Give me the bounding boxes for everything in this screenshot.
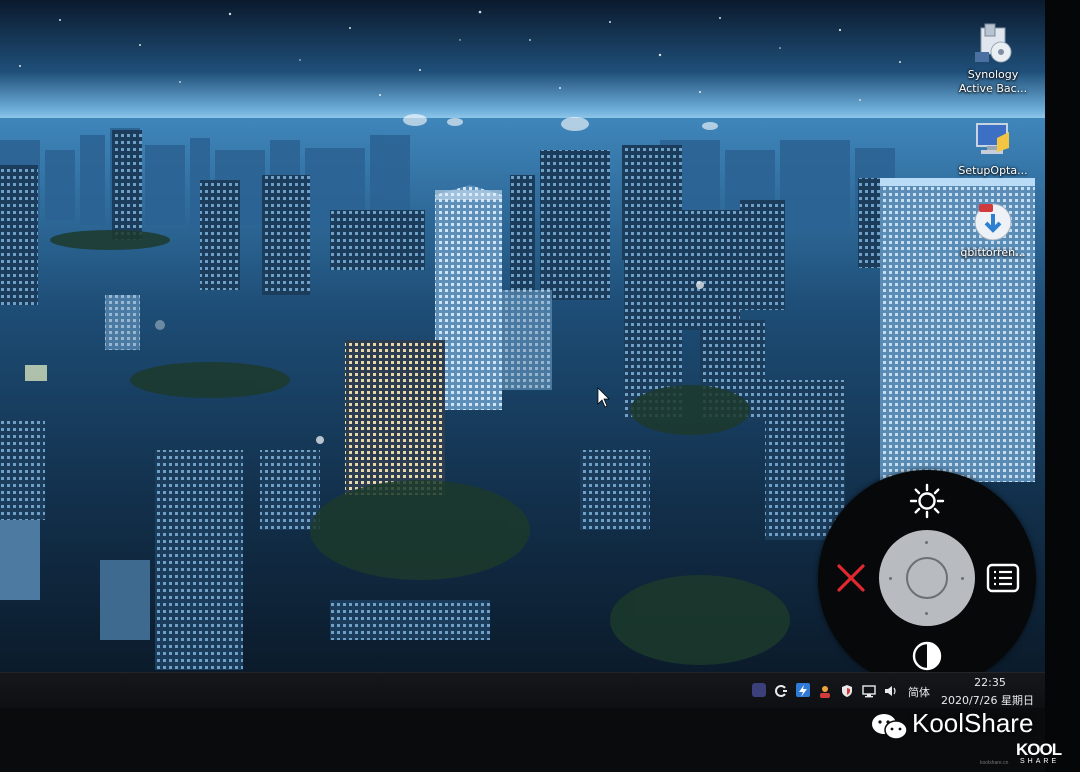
app-tray-icon[interactable]	[752, 683, 766, 697]
watermark-logo: KOOL	[1016, 740, 1062, 759]
brightness-button[interactable]	[908, 482, 946, 520]
close-button[interactable]	[834, 561, 868, 595]
desktop-icon-label: qbittorren...	[960, 246, 1026, 259]
clock-date[interactable]: 2020/7/26 星期日	[930, 692, 1045, 708]
shield-tray-icon[interactable]	[840, 683, 854, 697]
monitor-bezel-right	[1045, 0, 1080, 772]
joystick-center[interactable]	[906, 557, 948, 599]
desktop-icon-label: Active Bac...	[958, 82, 1028, 95]
thunder-tray-icon[interactable]	[796, 683, 810, 697]
watermark-logo-sub: SHARE	[1020, 758, 1060, 765]
watermark-name: KoolShare	[912, 708, 1034, 738]
desktop-icon-setupopta[interactable]: SetupOpta...	[948, 118, 1038, 178]
joystick-up-dot	[925, 541, 928, 544]
close-x-icon	[837, 564, 865, 592]
setup-computer-icon	[971, 118, 1015, 162]
brightness-icon	[909, 483, 945, 519]
contrast-icon	[912, 641, 942, 671]
desktop-icon-label: SetupOpta...	[958, 164, 1028, 177]
desktop-icon-label: Synology	[967, 68, 1019, 81]
user-tray-icon[interactable]	[818, 683, 832, 698]
joystick-down-dot	[925, 612, 928, 615]
refresh-tray-icon[interactable]	[774, 683, 788, 697]
wechat-logo-icon	[870, 712, 910, 742]
menu-button[interactable]	[986, 562, 1020, 594]
network-tray-icon[interactable]	[862, 683, 876, 698]
clock-time[interactable]: 22:35	[945, 676, 1035, 689]
ime-indicator[interactable]: 简体	[908, 684, 930, 700]
monitor-screen: Synology Active Bac... SetupOpta... qbit…	[0, 0, 1045, 708]
contrast-button[interactable]	[910, 639, 944, 673]
installer-disc-icon	[971, 22, 1015, 66]
joystick-right-dot	[961, 577, 964, 580]
joystick-left-dot	[889, 577, 892, 580]
desktop-icon-qbittorrent[interactable]: qbittorren...	[948, 200, 1038, 260]
desktop-icon-synology[interactable]: Synology Active Bac...	[948, 22, 1038, 96]
menu-list-icon	[986, 563, 1020, 593]
qbittorrent-icon	[971, 200, 1015, 244]
watermark-site: koolshare.cn	[980, 760, 1009, 766]
volume-icon[interactable]	[884, 683, 898, 697]
